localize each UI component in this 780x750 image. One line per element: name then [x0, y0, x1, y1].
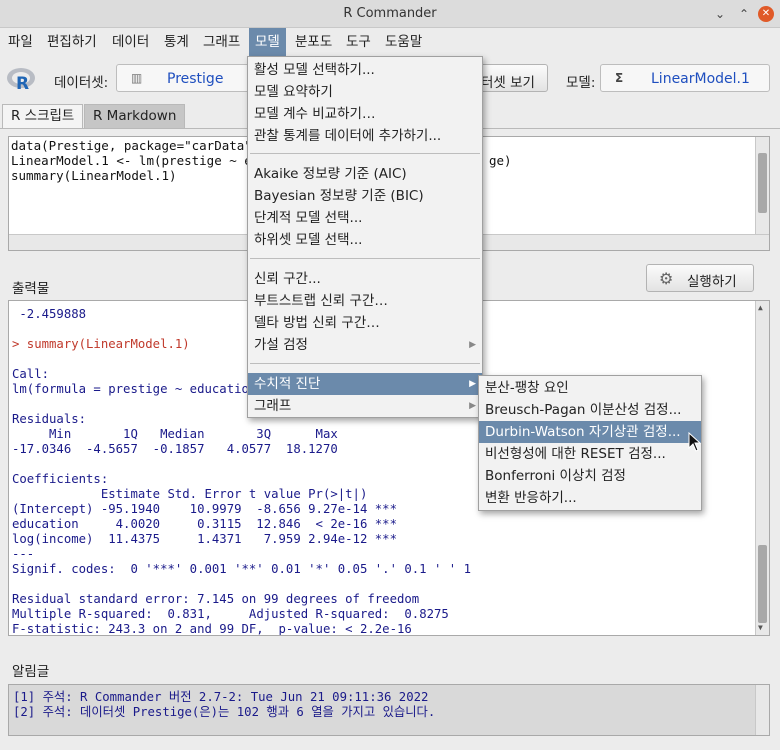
output-line: lm(formula = prestige ~ education	[12, 382, 257, 396]
tab-r-markdown[interactable]: R Markdown	[84, 104, 186, 128]
submenu-arrow-icon: ▶	[469, 379, 476, 389]
menu-item-delta-method-intervals[interactable]: 델타 방법 신뢰 구간…	[248, 312, 482, 334]
collapse-icon[interactable]: ⌄	[712, 6, 728, 22]
title-bar: R Commander ⌄ ⌃ ✕	[0, 0, 780, 28]
menu-item-confidence-intervals[interactable]: 신뢰 구간...	[248, 268, 482, 290]
scroll-down-icon[interactable]: ▼	[758, 623, 763, 632]
output-line: Call:	[12, 367, 50, 381]
output-line: Residual standard error: 7.145 on 99 deg…	[12, 592, 420, 606]
menu-item-summarize-model[interactable]: 모델 요약하기	[248, 81, 482, 103]
submenu-arrow-icon: ▶	[469, 340, 476, 350]
script-line: summary(LinearModel.1)	[11, 168, 177, 183]
menu-item-reset-test[interactable]: 비선형성에 대한 RESET 검정...	[479, 443, 701, 465]
dataset-icon: ▥	[131, 71, 143, 85]
close-icon[interactable]: ✕	[758, 6, 774, 22]
output-line: > summary(LinearModel.1)	[12, 337, 190, 351]
menu-file[interactable]: 파일	[2, 28, 39, 56]
menu-edit[interactable]: 편집하기	[41, 28, 103, 56]
menu-help[interactable]: 도움말	[379, 28, 428, 56]
messages-vertical-scrollbar[interactable]	[755, 685, 769, 735]
model-menu: 활성 모델 선택하기... 모델 요약하기 모델 계수 비교하기… 관찰 통계를…	[247, 56, 483, 418]
menu-item-vif[interactable]: 분산-팽창 요인	[479, 377, 701, 399]
window-title: R Commander	[343, 6, 437, 21]
sigma-icon: Σ	[615, 71, 624, 85]
dataset-selector[interactable]: ▥ Prestige	[116, 64, 252, 92]
output-label: 출력물	[12, 281, 50, 297]
menu-separator	[250, 258, 480, 259]
output-line: Residuals:	[12, 412, 87, 426]
menu-item-select-active-model[interactable]: 활성 모델 선택하기...	[248, 59, 482, 81]
mouse-cursor-icon	[688, 432, 702, 452]
menu-graphs[interactable]: 그래프	[197, 28, 246, 56]
r-logo-icon: R	[7, 68, 35, 92]
output-line: log(income) 11.4375 1.4371 7.959 2.94e-1…	[12, 532, 397, 546]
output-line: -17.0346 -4.5657 -0.1857 4.0577 18.1270	[12, 442, 346, 456]
menu-item-stepwise-selection[interactable]: 단계적 모델 선택...	[248, 207, 482, 229]
gear-icon: ⚙	[659, 269, 674, 288]
output-vertical-scrollbar[interactable]: ▲ ▼	[755, 301, 769, 635]
submenu-arrow-icon: ▶	[469, 401, 476, 411]
message-line: [2] 주석: 데이터셋 Prestige(은)는 102 행과 6 열을 가지…	[13, 705, 436, 719]
menu-item-transform-response[interactable]: 변환 반응하기...	[479, 487, 701, 509]
menu-item-bootstrap-intervals[interactable]: 부트스트랩 신뢰 구간…	[248, 290, 482, 312]
output-line: Estimate Std. Error t value Pr(>|t|)	[12, 487, 397, 501]
script-line: LinearModel.1 <- lm(prestige ~ edu	[11, 153, 267, 168]
tab-r-script[interactable]: R 스크립트	[2, 104, 84, 128]
menu-item-subset-selection[interactable]: 하위셋 모델 선택...	[248, 229, 482, 251]
output-line: Multiple R-squared: 0.831, Adjusted R-sq…	[12, 607, 457, 621]
menu-distributions[interactable]: 분포도	[289, 28, 338, 56]
menu-item-graphs[interactable]: 그래프 ▶	[248, 395, 482, 417]
menu-item-aic[interactable]: Akaike 정보량 기준 (AIC)	[248, 163, 482, 185]
script-vertical-scrollbar[interactable]	[755, 137, 769, 234]
model-label: 모델:	[566, 75, 596, 91]
output-line: Min 1Q Median 3Q Max	[12, 427, 346, 441]
menu-item-bonferroni-outlier[interactable]: Bonferroni 이상치 검정	[479, 465, 701, 487]
scrollbar-thumb[interactable]	[758, 153, 767, 213]
dataset-label: 데이터셋:	[54, 75, 109, 91]
script-line: data(Prestige, package="carData")	[11, 138, 260, 153]
output-line: F-statistic: 243.3 on 2 and 99 DF, p-val…	[12, 622, 412, 636]
menu-item-compare-coefficients[interactable]: 모델 계수 비교하기…	[248, 103, 482, 125]
model-value: LinearModel.1	[651, 71, 750, 87]
model-selector[interactable]: Σ LinearModel.1	[600, 64, 770, 92]
menu-item-breusch-pagan[interactable]: Breusch-Pagan 이분산성 검정...	[479, 399, 701, 421]
menu-item-add-observation-stats[interactable]: 관찰 통계를 데이터에 추가하기...	[248, 125, 482, 147]
menu-separator	[250, 153, 480, 154]
dataset-value: Prestige	[167, 71, 224, 87]
script-line-tail: ge)	[489, 153, 512, 168]
svg-text:R: R	[16, 74, 29, 92]
messages-label: 알림글	[12, 664, 50, 680]
menu-separator	[250, 363, 480, 364]
scrollbar-thumb[interactable]	[758, 545, 767, 623]
menu-tools[interactable]: 도구	[340, 28, 377, 56]
run-button[interactable]: ⚙ 실행하기	[646, 264, 754, 292]
menu-bar: 파일 편집하기 데이터 통계 그래프 모델 분포도 도구 도움말	[0, 28, 780, 56]
menu-data[interactable]: 데이터	[106, 28, 155, 56]
menu-item-bic[interactable]: Bayesian 정보량 기준 (BIC)	[248, 185, 482, 207]
output-line: (Intercept) -95.1940 10.9979 -8.656 9.27…	[12, 502, 397, 516]
menu-models[interactable]: 모델	[249, 28, 286, 56]
output-line: Coefficients:	[12, 472, 109, 486]
messages-pane[interactable]: [1] 주석: R Commander 버전 2.7-2: Tue Jun 21…	[8, 684, 770, 736]
scroll-up-icon[interactable]: ▲	[758, 303, 763, 312]
output-line: -2.459888	[12, 307, 87, 321]
diagnostics-submenu: 분산-팽창 요인 Breusch-Pagan 이분산성 검정... Durbin…	[478, 375, 702, 511]
restore-icon[interactable]: ⌃	[736, 6, 752, 22]
menu-item-hypothesis-tests[interactable]: 가설 검정 ▶	[248, 334, 482, 356]
menu-item-numerical-diagnostics[interactable]: 수치적 진단 ▶	[248, 373, 482, 395]
output-line: Signif. codes: 0 '***' 0.001 '**' 0.01 '…	[12, 562, 472, 576]
menu-statistics[interactable]: 통계	[158, 28, 195, 56]
output-line: education 4.0020 0.3115 12.846 < 2e-16 *…	[12, 517, 397, 531]
output-line: ---	[12, 547, 35, 561]
menu-item-durbin-watson[interactable]: Durbin-Watson 자기상관 검정...	[479, 421, 701, 443]
